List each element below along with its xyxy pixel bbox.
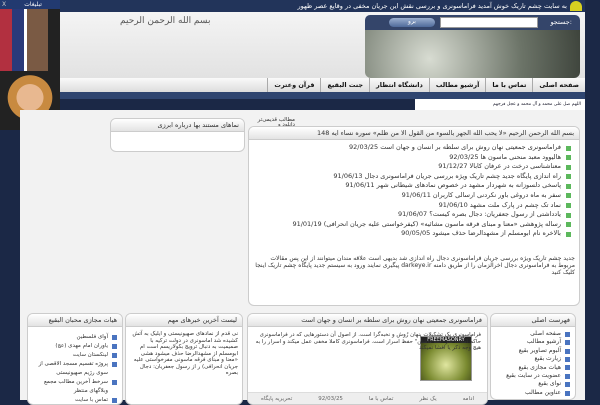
link-item[interactable]: تماس با سایت	[32, 396, 118, 404]
link-item[interactable]: یاوران امام مهدی (عج)	[32, 342, 118, 351]
list-item[interactable]: نماد تک چشم در پارک ملت مشهد 91/06/10	[249, 201, 573, 211]
main-menu-box: فهرست اصلی صفحه اصلی آرشیو مطالب آلبوم ت…	[490, 313, 576, 400]
links-box: هیات مجازی محبان البقیع آوای فلسطین یاور…	[27, 313, 123, 405]
list-item[interactable]: رساله پژوهشی «معنا و مبنای فرقه ماسون مش…	[249, 220, 573, 230]
list-item[interactable]: یادداشتی از رسول جعفریان: دجال بصره کیست…	[249, 210, 573, 220]
nav-university[interactable]: دانشگاه انتظار	[369, 78, 429, 92]
banner-image	[365, 30, 580, 78]
menu-item[interactable]: عناوین مطالب	[495, 389, 571, 397]
list-item[interactable]: هالیوود معبد منحنی ماسون ها 92/03/25	[249, 153, 573, 163]
links-list: آوای فلسطین یاوران امام مهدی (عج) لینکست…	[28, 327, 122, 404]
docs-box-title: نماهای مستند بها درباره ابرزی	[111, 119, 244, 132]
nav-quran[interactable]: قرآن وعترت	[267, 78, 320, 92]
list-item[interactable]: پاسخی دلسوزانه به شهردار مشهد در خصوص نم…	[249, 181, 573, 191]
list-item[interactable]: فراماسونری جمعیتی نهان روش برای سلطه بر …	[249, 143, 573, 153]
list-item[interactable]: بالاخره نام ابومسلم از مشهدالرضا حذف میش…	[249, 229, 573, 239]
ads-title-text: تبلیغات	[24, 1, 42, 8]
main-menu-title: فهرست اصلی	[491, 314, 575, 327]
list-item[interactable]: معناشناسی درخت در عرفان کابالا 91/12/27	[249, 162, 573, 172]
search-label: جستجو:	[550, 18, 572, 26]
ad-photo-1[interactable]	[0, 9, 60, 71]
nav-baqi[interactable]: جنت البقیع	[320, 78, 369, 92]
read-more-link[interactable]: ادامه	[463, 393, 474, 404]
news-title: لیست آخرین خبرهای مهم	[126, 314, 242, 327]
news-box: لیست آخرین خبرهای مهم نی قدم از نمادهای …	[125, 313, 243, 405]
link-item[interactable]: آوای فلسطین	[32, 333, 118, 342]
site-logo-icon	[570, 1, 582, 11]
docs-box: نماهای مستند بها درباره ابرزی	[110, 118, 245, 152]
article-body: فراماسونری یک تشکیلات پنهان رُوش و نخبه‌…	[255, 332, 481, 351]
contact-link[interactable]: تماس با ما	[369, 393, 393, 404]
quote-box: بسم الله الرحمن الرحیم «لا یحب الله الجه…	[248, 126, 580, 306]
menu-item[interactable]: هیات مجازی بقیع	[495, 364, 571, 372]
close-ads-button[interactable]: X	[0, 0, 6, 9]
list-item[interactable]: سفر به ماه دروغی باور نکردنی ارسالی کارب…	[249, 191, 573, 201]
menu-item[interactable]: آرشیو مطالب	[495, 338, 571, 346]
links-title: هیات مجازی محبان البقیع	[28, 314, 122, 327]
prayer-text: اللهم صل علی محمد و آل محمد و عجل فرجهم	[415, 99, 585, 110]
nav-home[interactable]: صفحه اصلی	[532, 78, 585, 92]
link-item[interactable]: لینکستان سایت	[32, 351, 118, 360]
main-nav: صفحه اصلی تماس با ما آرشیو مطالب دانشگاه…	[60, 78, 585, 92]
quote-box-title: بسم الله الرحمن الرحیم «لا یحب الله الجه…	[249, 127, 579, 140]
header: بسم الله الرحمن الرحيم جستجو: برو	[60, 12, 585, 78]
news-body: نی قدم از نمادهای صهیونیستی و ایلیک به آ…	[132, 331, 238, 376]
article-footer: تحریریه پایگاه 92/03/25 تماس با ما یک نظ…	[248, 392, 487, 404]
nav-archive[interactable]: آرشیو مطالب	[428, 78, 485, 92]
divider-bar	[60, 92, 585, 99]
article-box: فراماسونری جمعیتی نهان روش برای سلطه بر …	[247, 313, 488, 405]
article-date: 92/03/25	[318, 396, 343, 402]
link-item[interactable]: پروژه تقسیم مسجد الاقصی از سوی رژیم صهیو…	[32, 360, 118, 378]
recent-posts-list: فراماسونری جمعیتی نهان روش برای سلطه بر …	[249, 143, 579, 239]
menu-item[interactable]: نوای بقیع	[495, 380, 571, 388]
article-title[interactable]: فراماسونری جمعیتی نهان روش برای سلطه بر …	[248, 314, 487, 327]
link-item[interactable]: سرخط آخرین مطالب مجمع وبلاگهای منتظر	[32, 378, 118, 396]
menu-item[interactable]: آلبوم تصاویر بقیع	[495, 347, 571, 355]
intro-text: جدید چشم تاریک ویژه بررسی جریان فراماسون…	[255, 254, 575, 276]
search-input[interactable]	[440, 17, 538, 28]
nav-contact[interactable]: تماس با ما	[485, 78, 532, 92]
ads-title: تبلیغات X	[0, 0, 60, 9]
content-area: مطالب قدیمی‌تر دانلود و نماهای مستند بها…	[20, 110, 585, 405]
main-menu-list: صفحه اصلی آرشیو مطالب آلبوم تصاویر بقیع …	[491, 327, 575, 397]
search-button[interactable]: برو	[389, 18, 435, 27]
list-item[interactable]: راه اندازی پایگاه جدید چشم تاریک ویژه بر…	[249, 172, 573, 182]
comments-link[interactable]: یک نظر	[419, 393, 436, 404]
article-author: تحریریه پایگاه	[261, 396, 293, 402]
marquee-text[interactable]: به سایت چشم تاریک خوش آمدید فراماسونری و…	[298, 2, 567, 10]
search-bar: جستجو: برو	[365, 15, 580, 30]
bismillah-calligraphy: بسم الله الرحمن الرحيم	[120, 16, 211, 26]
top-marquee-bar: به سایت چشم تاریک خوش آمدید فراماسونری و…	[60, 0, 585, 12]
menu-item[interactable]: زیارت بقیع	[495, 355, 571, 363]
menu-item[interactable]: عضویت در سایت بقیع	[495, 372, 571, 380]
